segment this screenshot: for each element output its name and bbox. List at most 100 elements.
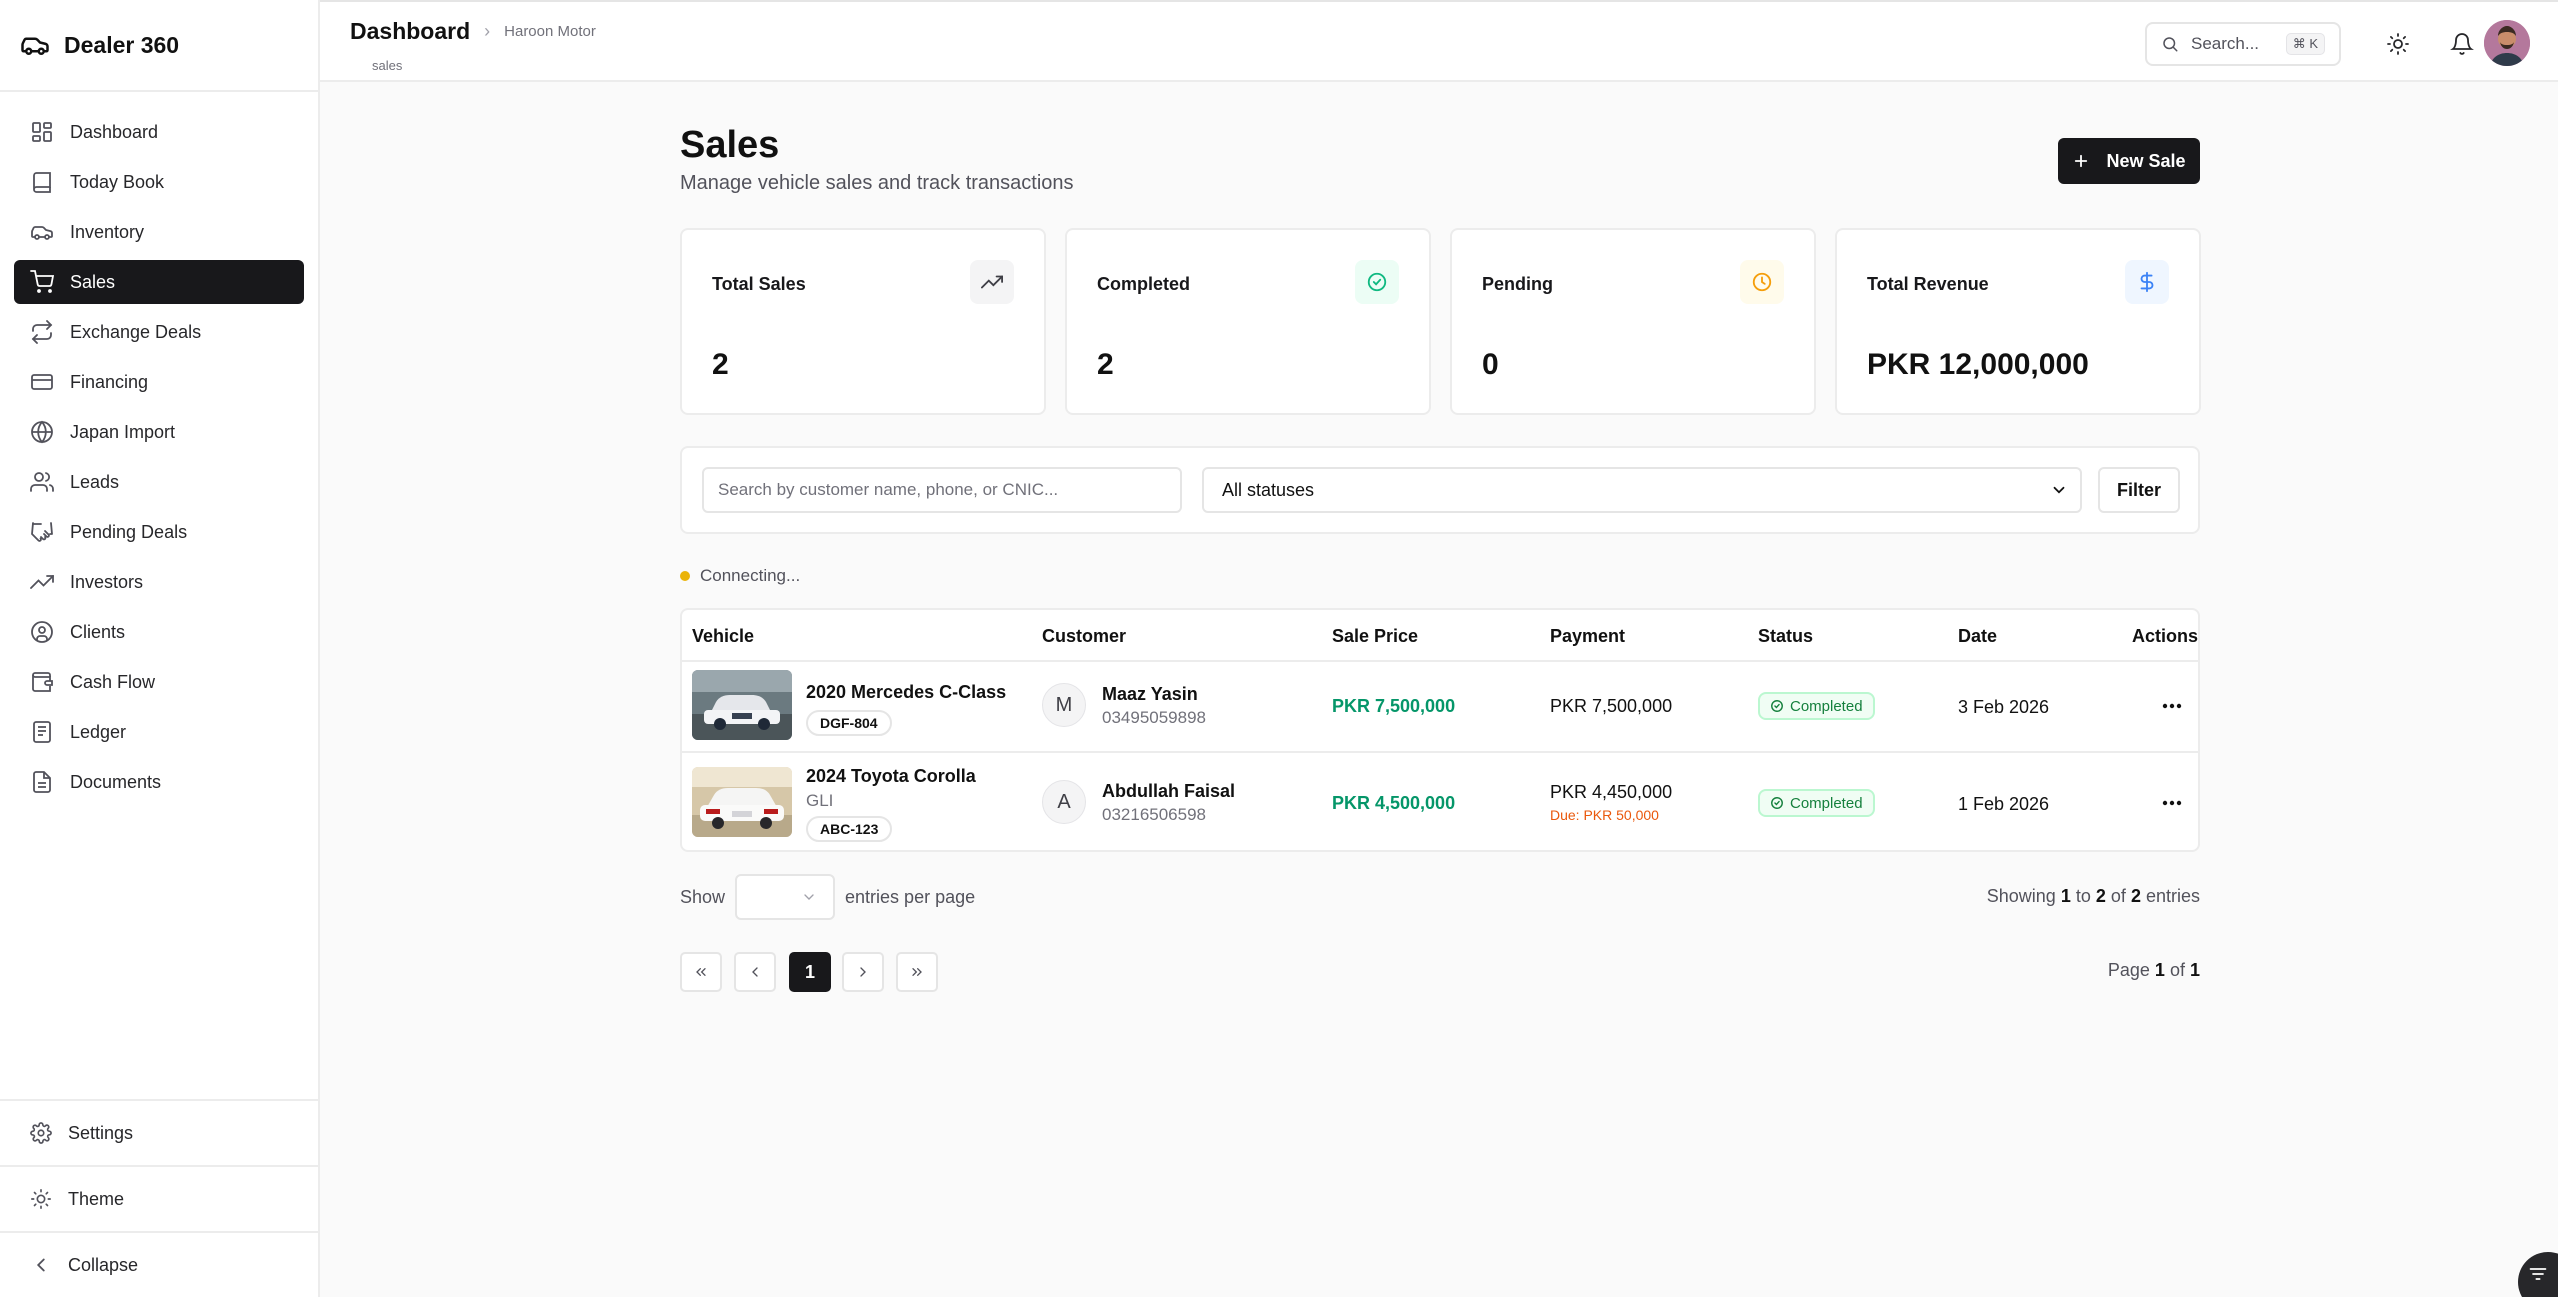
sidebar-item-dashboard[interactable]: Dashboard: [14, 110, 304, 154]
sale-date: 1 Feb 2026: [1958, 794, 2050, 814]
sidebar-item-cash-flow[interactable]: Cash Flow: [14, 660, 304, 704]
showing-from: 1: [2060, 886, 2071, 906]
last-page-button[interactable]: [896, 952, 938, 992]
sidebar-item-label: Ledger: [70, 721, 127, 742]
stat-label: Total Revenue: [1867, 274, 1989, 294]
page-size-control: Show entries per page: [680, 874, 975, 920]
ledger-icon: [30, 720, 54, 744]
divider: [682, 660, 2198, 662]
search-icon: [2161, 35, 2179, 53]
breadcrumb-dealer[interactable]: Haroon Motor: [504, 23, 596, 40]
more-actions-icon[interactable]: [2162, 800, 2182, 806]
sales-search-placeholder: Search by customer name, phone, or CNIC.…: [718, 480, 1059, 499]
global-search-input[interactable]: Search... ⌘ K: [2145, 22, 2341, 66]
customer-phone: 03216506598: [1102, 805, 1207, 824]
per-page-label: entries per page: [845, 886, 976, 907]
stat-value: 2: [712, 348, 729, 381]
search-shortcut: ⌘ K: [2285, 33, 2325, 55]
stat-card-total-revenue: Total Revenue PKR 12,000,000: [1835, 228, 2201, 415]
sidebar-item-settings[interactable]: Settings: [0, 1099, 318, 1165]
sidebar-item-inventory[interactable]: Inventory: [14, 210, 304, 254]
showing-to: 2: [2095, 886, 2106, 906]
column-header-vehicle[interactable]: Vehicle: [692, 626, 754, 647]
plate-badge: ABC-123: [806, 816, 893, 842]
chevron-left-icon: [30, 1254, 52, 1276]
sidebar-item-japan-import[interactable]: Japan Import: [14, 410, 304, 454]
sidebar-item-sales[interactable]: Sales: [14, 260, 304, 304]
showing-of-word: of: [2110, 886, 2126, 906]
brand[interactable]: Dealer 360: [0, 0, 318, 92]
globe-icon: [30, 420, 54, 444]
sidebar-item-leads[interactable]: Leads: [14, 460, 304, 504]
vehicle-thumbnail[interactable]: [692, 670, 792, 740]
vehicle-thumbnail[interactable]: [692, 767, 792, 837]
vehicle-name: 2020 Mercedes C-Class: [806, 682, 1007, 702]
avatar[interactable]: [2484, 20, 2530, 66]
sidebar-nav: Dashboard Today Book Inventory Sales Exc…: [0, 92, 318, 804]
breadcrumb-separator-icon: ›: [484, 21, 491, 41]
sidebar-item-financing[interactable]: Financing: [14, 360, 304, 404]
column-header-status[interactable]: Status: [1758, 626, 1813, 647]
more-actions-icon[interactable]: [2162, 703, 2182, 709]
sale-date: 3 Feb 2026: [1958, 697, 2050, 717]
sidebar-item-label: Cash Flow: [70, 671, 156, 692]
status-select[interactable]: All statuses: [1202, 467, 2082, 513]
first-page-button[interactable]: [680, 952, 722, 992]
stat-card-completed: Completed 2: [1065, 228, 1431, 415]
column-header-payment[interactable]: Payment: [1550, 626, 1625, 647]
sidebar-item-label: Inventory: [70, 221, 145, 242]
show-label: Show: [680, 886, 726, 907]
gear-icon: [30, 1122, 52, 1144]
divider: [682, 751, 2198, 753]
clock-icon: [1740, 260, 1784, 304]
filter-bar: Search by customer name, phone, or CNIC.…: [680, 446, 2200, 534]
page-size-select[interactable]: [735, 874, 836, 920]
trending-up-icon: [970, 260, 1014, 304]
page-button-1[interactable]: 1: [789, 952, 831, 992]
breadcrumb-dashboard[interactable]: Dashboard: [350, 18, 470, 45]
column-header-date[interactable]: Date: [1958, 626, 1997, 647]
dollar-icon: [2125, 260, 2169, 304]
trending-up-icon: [30, 570, 54, 594]
chevron-down-icon: [801, 889, 817, 905]
sidebar-item-today-book[interactable]: Today Book: [14, 160, 304, 204]
sidebar-item-clients[interactable]: Clients: [14, 610, 304, 654]
status-label: Completed: [1790, 697, 1863, 715]
theme-toggle[interactable]: Theme: [0, 1165, 318, 1231]
sidebar: Dealer 360 Dashboard Today Book Inventor…: [0, 0, 320, 1297]
sidebar-item-ledger[interactable]: Ledger: [14, 710, 304, 754]
payment-amount: PKR 4,450,000: [1550, 782, 1673, 802]
document-icon: [30, 770, 54, 794]
sidebar-item-pending-deals[interactable]: Pending Deals: [14, 510, 304, 554]
sun-icon[interactable]: [2386, 32, 2410, 56]
floating-action-button[interactable]: [2518, 1252, 2558, 1297]
new-sale-button[interactable]: New Sale: [2058, 138, 2200, 184]
book-icon: [30, 170, 54, 194]
sidebar-item-label: Leads: [70, 471, 120, 492]
sidebar-item-investors[interactable]: Investors: [14, 560, 304, 604]
vehicle-trim: GLI: [806, 791, 834, 810]
prev-page-button[interactable]: [734, 952, 776, 992]
check-circle-icon: [1770, 699, 1784, 713]
car-icon: [30, 220, 54, 244]
filter-button[interactable]: Filter: [2098, 467, 2180, 513]
sales-search-input[interactable]: Search by customer name, phone, or CNIC.…: [702, 467, 1182, 513]
plate-badge: DGF-804: [806, 710, 892, 736]
new-sale-label: New Sale: [2106, 150, 2186, 171]
payment-due: Due: PKR 50,000: [1550, 807, 1659, 823]
route-path: sales: [372, 58, 403, 73]
cart-icon: [30, 270, 54, 294]
next-page-button[interactable]: [842, 952, 884, 992]
chevrons-right-icon: [909, 964, 925, 980]
bell-icon[interactable]: [2450, 32, 2474, 56]
column-header-customer[interactable]: Customer: [1042, 626, 1126, 647]
sidebar-item-exchange-deals[interactable]: Exchange Deals: [14, 310, 304, 354]
column-header-sale-price[interactable]: Sale Price: [1332, 626, 1418, 647]
settings-label: Settings: [68, 1122, 134, 1143]
page-indicator: Page 1 of 1: [2108, 960, 2200, 981]
collapse-button[interactable]: Collapse: [0, 1231, 318, 1297]
connection-text: Connecting...: [700, 566, 801, 585]
sidebar-item-label: Today Book: [70, 171, 165, 192]
customer-avatar: M: [1042, 683, 1086, 727]
sidebar-item-documents[interactable]: Documents: [14, 760, 304, 804]
